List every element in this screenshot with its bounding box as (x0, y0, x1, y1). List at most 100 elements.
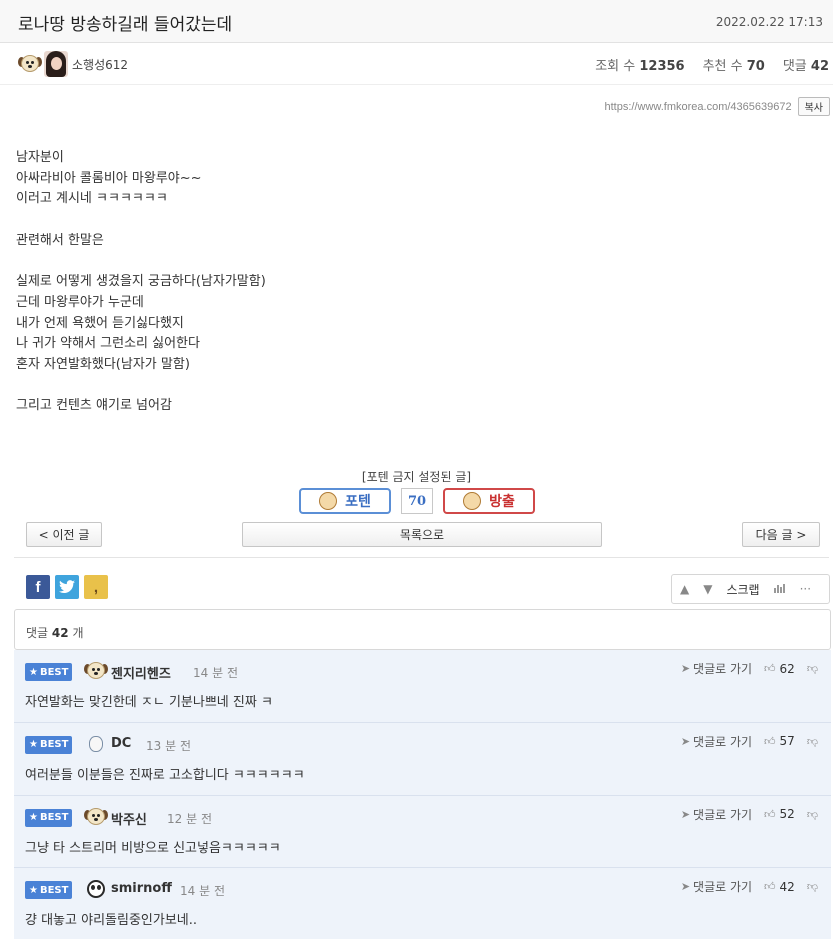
article-body: 남자분이아싸라비아 콜롬비아 마왕루야~~ 이러고 계시네 ㅋㅋㅋㅋㅋㅋ 관련해서 … (16, 148, 266, 417)
thumbs-down-icon[interactable]: 👎︎ (807, 735, 818, 748)
downvote-label: 방출 (489, 494, 515, 510)
post-title: 로나땅 방송하길래 들어갔는데 (18, 15, 233, 35)
comment-actions: ➤ 댓글로 가기 👍︎ 52 👎︎ (681, 806, 818, 823)
article-line: 내가 언제 욕했어 듣기싫다했지 (16, 315, 184, 331)
thumbs-down-icon[interactable]: 👎︎ (807, 662, 818, 675)
goto-comment-link[interactable]: ➤ 댓글로 가기 (681, 733, 752, 750)
comment-count: 42 (51, 626, 69, 640)
comment-item: ★ BEST 젠지리헨즈 14 분 전 ➤ 댓글로 가기 👍︎ 62 👎︎ 자연발화는 맞긴한데 … (14, 650, 831, 723)
best-badge: ★ BEST (25, 735, 73, 754)
thumbs-up-icon: 👍︎ (764, 807, 776, 821)
list-button[interactable]: 목록으로 (242, 522, 602, 547)
send-icon: ➤ (680, 662, 691, 675)
comment-actions: ➤ 댓글로 가기 👍︎ 42 👎︎ (681, 878, 818, 895)
article-line: 이러고 계시네 ㅋㅋㅋㅋㅋㅋ (16, 191, 168, 207)
scrap-button[interactable]: 스크랩 (726, 581, 759, 598)
views-stat: 조회 수 12356 (595, 59, 685, 74)
prev-post-button[interactable]: < 이전 글 (26, 522, 102, 547)
star-icon: ★ (29, 666, 38, 678)
like-button[interactable]: 👍︎ 42 (764, 880, 795, 894)
comment-text: 걍 대놓고 야리돌림중인가보네.. (25, 913, 198, 929)
star-icon: ★ (29, 812, 38, 824)
post-tools: ▲ ▼ 스크랩 ··· (671, 574, 830, 604)
comment-actions: ➤ 댓글로 가기 👍︎ 57 👎︎ (681, 733, 818, 750)
send-icon: ➤ (680, 807, 691, 821)
goto-comment-link[interactable]: ➤ 댓글로 가기 (681, 878, 752, 895)
kakao-icon[interactable]: , (84, 575, 108, 599)
more-icon[interactable]: ··· (800, 582, 811, 596)
thumbs-down-icon[interactable]: 👎︎ (807, 880, 818, 893)
share-buttons: f , (26, 575, 108, 599)
vote-count: 70 (401, 488, 433, 514)
comment-time: 13 분 전 (146, 738, 191, 753)
comment-item: ★ BEST DC 13 분 전 ➤ 댓글로 가기 👍︎ 57 👎︎ 여러분들 이분들은 진짜로 … (14, 722, 831, 796)
comment-text: 여러분들 이분들은 진짜로 고소합니다 ㅋㅋㅋㅋㅋㅋ (25, 767, 305, 783)
arrow-down-icon[interactable]: ▼ (703, 582, 712, 596)
post-meta: 소행성612 조회 수 12356 추천 수 70 댓글 42 (0, 43, 833, 85)
dog-icon (18, 52, 42, 76)
send-icon: ➤ (680, 734, 691, 748)
comment-text: 자연발화는 맞긴한데 ㅈㄴ 기분나쁘네 진짜 ㅋ (25, 695, 273, 710)
comment-time: 14 분 전 (193, 666, 238, 680)
profile-photo (44, 51, 68, 77)
thumbs-up-icon: 👍︎ (764, 662, 776, 675)
comment-author[interactable]: 박주신 (111, 809, 147, 828)
star-icon: ★ (29, 739, 38, 751)
comment-author[interactable]: smirnoff (111, 881, 172, 896)
thumbs-up-icon: 👍︎ (764, 734, 776, 748)
angry-face-icon (463, 492, 482, 510)
like-button[interactable]: 👍︎ 62 (764, 662, 795, 676)
upvote-label: 포텐 (345, 494, 371, 510)
upvote-button[interactable]: 포텐 (299, 488, 391, 514)
article-line (16, 210, 266, 231)
like-button[interactable]: 👍︎ 57 (764, 734, 795, 748)
comments-stat: 댓글 42 (782, 59, 829, 74)
post-stats: 조회 수 12356 추천 수 70 댓글 42 (595, 55, 829, 74)
author-name[interactable]: 소행성612 (72, 56, 128, 73)
comment-time: 14 분 전 (180, 884, 225, 899)
article-line: 관련해서 한말은 (16, 232, 104, 248)
article-line: 실제로 어떻게 생겼을지 궁금하다(남자가말함) (16, 274, 266, 290)
vote-notice: [포텐 금지 설정된 글] (361, 470, 472, 484)
comment-item: ★ BEST 박주신 12 분 전 ➤ 댓글로 가기 👍︎ 52 👎︎ 그냥 타 스트리머 비방으… (14, 795, 831, 869)
post-header: 로나땅 방송하길래 들어갔는데 2022.02.22 17:13 (0, 0, 833, 43)
post-date: 2022.02.22 17:13 (715, 15, 823, 29)
comment-avatar (84, 659, 108, 687)
facebook-icon[interactable]: f (26, 575, 50, 599)
stats-icon[interactable] (773, 582, 786, 596)
article-line: 근데 마왕루야가 누군데 (16, 294, 144, 310)
article-line (16, 251, 266, 272)
comment-count-box: 댓글 42 개 (14, 609, 831, 650)
star-icon: ★ (29, 884, 38, 896)
comment-time: 12 분 전 (167, 811, 212, 826)
next-post-button[interactable]: 다음 글 > (742, 522, 820, 547)
best-badge: ★ BEST (25, 808, 73, 827)
comment-item: ★ BEST smirnoff 14 분 전 ➤ 댓글로 가기 👍︎ 42 👎︎ 걍 대놓고 야리… (14, 868, 831, 939)
post-navigation: < 이전 글 목록으로 다음 글 > (0, 522, 833, 548)
article-line: 남자분이 (16, 150, 64, 165)
copy-url-button[interactable]: 복사 (797, 97, 830, 116)
downvote-button[interactable]: 방출 (443, 488, 535, 514)
like-button[interactable]: 👍︎ 52 (764, 807, 795, 821)
article-line: 아싸라비아 콜롬비아 마왕루야~~ (16, 170, 202, 186)
comment-actions: ➤ 댓글로 가기 👍︎ 62 👎︎ (681, 660, 818, 677)
post-url-line: https://www.fmkorea.com/4365639672 복사 (604, 97, 830, 116)
article-line: 나 귀가 약해서 그런소리 싫어한다 (16, 336, 200, 352)
vote-area: [포텐 금지 설정된 글] 포텐 70 방출 (0, 468, 833, 514)
article-line: 그리고 컨텐츠 얘기로 넘어감 (16, 398, 172, 414)
goto-comment-link[interactable]: ➤ 댓글로 가기 (681, 806, 752, 823)
comment-avatar (84, 805, 108, 833)
arrow-up-icon[interactable]: ▲ (680, 582, 689, 596)
send-icon: ➤ (680, 880, 691, 894)
thumbs-down-icon[interactable]: 👎︎ (807, 808, 818, 821)
comment-author[interactable]: 젠지리헨즈 (111, 663, 171, 682)
comment-text: 그냥 타 스트리머 비방으로 신고넣음ㅋㅋㅋㅋㅋ (25, 840, 281, 856)
author-info[interactable]: 소행성612 (18, 51, 128, 77)
comment-author[interactable]: DC (111, 736, 131, 751)
post-url[interactable]: https://www.fmkorea.com/4365639672 (604, 101, 791, 113)
goto-comment-link[interactable]: ➤ 댓글로 가기 (681, 660, 752, 677)
best-badge: ★ BEST (25, 881, 73, 900)
article-line: 혼자 자연발화했다(남자가 말함) (16, 356, 190, 372)
thumbs-up-icon: 👍︎ (764, 880, 776, 894)
twitter-icon[interactable] (55, 575, 79, 599)
